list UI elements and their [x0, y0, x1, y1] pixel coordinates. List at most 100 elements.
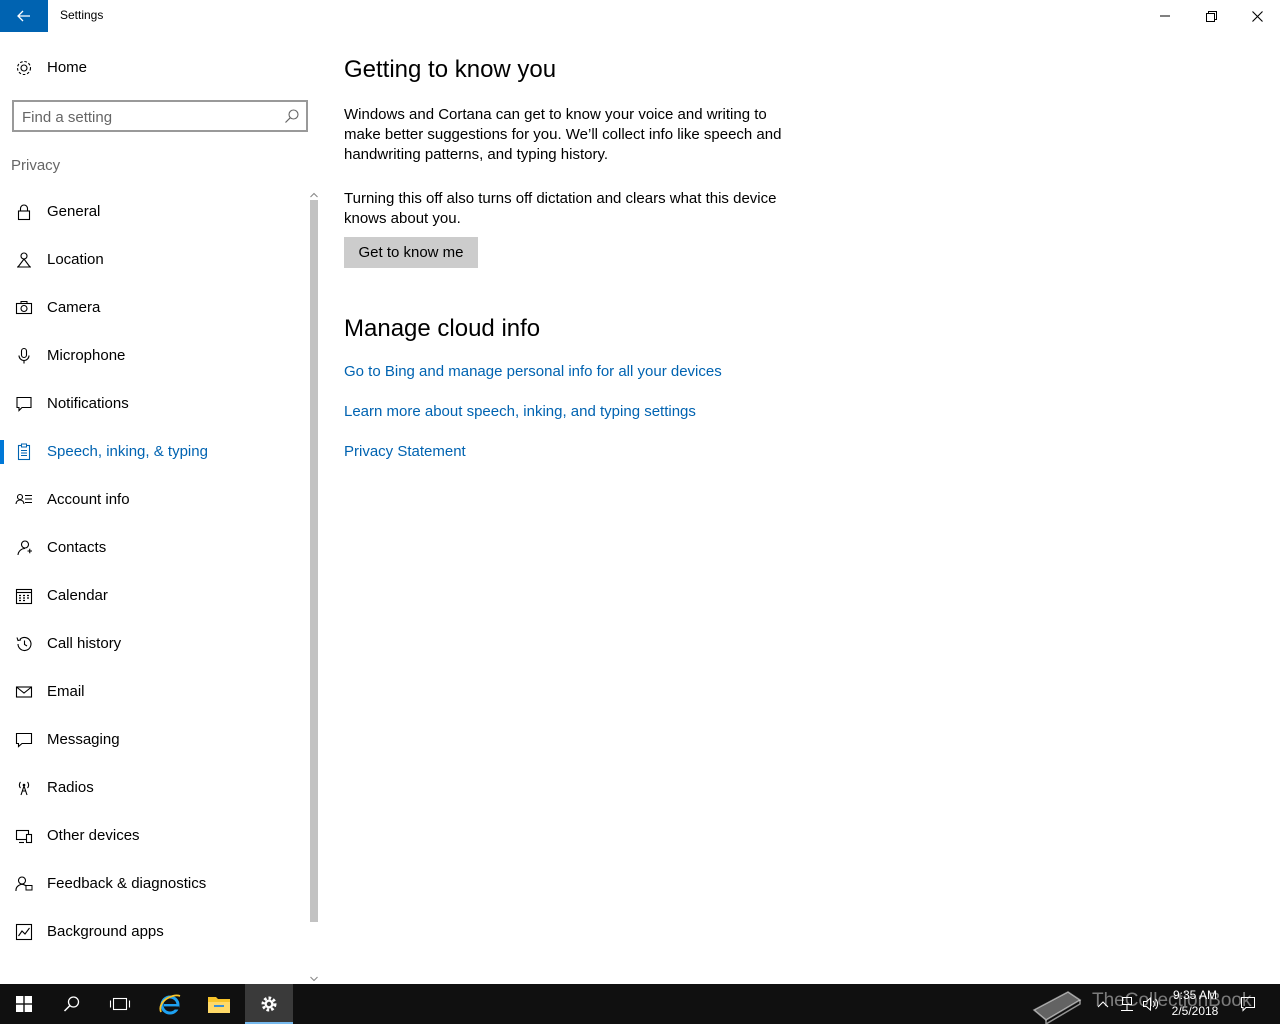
sidebar-item-email[interactable]: Email — [0, 668, 306, 716]
action-center-button[interactable] — [1234, 984, 1262, 1024]
taskbar: TheCollectionBook 9:35 AM 2/5/2018 — [0, 984, 1280, 1024]
back-button[interactable] — [0, 0, 48, 32]
email-icon — [14, 682, 34, 702]
close-button[interactable] — [1234, 0, 1280, 32]
clock-time: 9:35 AM — [1172, 988, 1218, 1002]
sidebar-item-camera[interactable]: Camera — [0, 284, 306, 332]
task-view-button[interactable] — [96, 984, 144, 1024]
start-button[interactable] — [0, 984, 48, 1024]
background-apps-icon — [14, 922, 34, 942]
camera-icon — [14, 298, 34, 318]
volume-tray-button[interactable] — [1140, 984, 1162, 1024]
radio-tower-icon — [14, 778, 34, 798]
sidebar-item-label: Account info — [47, 491, 130, 508]
sidebar-item-label: Other devices — [47, 827, 140, 844]
other-devices-icon — [14, 826, 34, 846]
notifications-icon — [14, 394, 34, 414]
sidebar-item-contacts[interactable]: Contacts — [0, 524, 306, 572]
minimize-button[interactable] — [1142, 0, 1188, 32]
sidebar-item-microphone[interactable]: Microphone — [0, 332, 306, 380]
search-input[interactable] — [22, 107, 272, 127]
bing-personal-info-link[interactable]: Go to Bing and manage personal info for … — [344, 363, 722, 380]
sidebar-item-label: General — [47, 203, 101, 220]
speaker-icon — [1143, 996, 1159, 1012]
gear-icon — [261, 996, 277, 1012]
close-icon — [1251, 10, 1263, 22]
chevron-up-icon — [1097, 1001, 1109, 1008]
settings-taskbar-button[interactable] — [245, 984, 293, 1024]
sidebar-item-label: Feedback & diagnostics — [47, 875, 207, 892]
sidebar-item-label: Microphone — [47, 347, 126, 364]
network-tray-button[interactable] — [1116, 984, 1138, 1024]
sidebar-item-calendar[interactable]: Calendar — [0, 572, 306, 620]
folder-icon — [208, 997, 230, 1013]
sidebar-item-feedback-diagnostics[interactable]: Feedback & diagnostics — [0, 860, 306, 908]
microphone-icon — [14, 346, 34, 366]
description-paragraph: Windows and Cortana can get to know your… — [344, 106, 782, 163]
sidebar-item-location[interactable]: Location — [0, 236, 306, 284]
search-box — [12, 100, 308, 132]
show-hidden-icons-button[interactable] — [1094, 984, 1112, 1024]
sidebar-item-label: Camera — [47, 299, 101, 316]
sidebar-item-label: Radios — [47, 779, 94, 796]
sidebar-item-radios[interactable]: Radios — [0, 764, 306, 812]
scroll-thumb[interactable] — [310, 200, 318, 922]
home-nav-item[interactable]: Home — [0, 52, 320, 84]
sidebar-item-label: Contacts — [47, 539, 107, 556]
sidebar-item-label: Speech, inking, & typing — [47, 443, 208, 460]
task-view-icon — [109, 997, 131, 1011]
windows-logo-icon — [16, 996, 32, 1012]
account-info-icon — [14, 490, 34, 510]
lock-icon — [14, 202, 34, 222]
internet-explorer-button[interactable] — [146, 984, 194, 1024]
sidebar-scrollbar[interactable] — [308, 188, 320, 984]
sidebar-item-label: Messaging — [47, 731, 120, 748]
minimize-icon — [1160, 15, 1170, 17]
sidebar-item-general[interactable]: General — [0, 188, 306, 236]
section-title-getting-to-know-you: Getting to know you — [344, 56, 557, 83]
search-icon — [63, 996, 80, 1012]
home-label: Home — [47, 59, 88, 76]
clipboard-icon — [14, 442, 34, 462]
sidebar-item-speech-inking-typing[interactable]: Speech, inking, & typing — [0, 428, 306, 476]
restore-button[interactable] — [1188, 0, 1234, 32]
taskbar-search-button[interactable] — [48, 984, 96, 1024]
privacy-statement-link[interactable]: Privacy Statement — [344, 443, 466, 460]
action-center-icon — [1241, 997, 1255, 1012]
network-icon — [1121, 997, 1133, 1011]
scroll-up-arrow-icon[interactable] — [308, 188, 320, 200]
calendar-icon — [14, 586, 34, 606]
sidebar-item-label: Calendar — [47, 587, 108, 604]
file-explorer-button[interactable] — [195, 984, 243, 1024]
feedback-icon — [14, 874, 34, 894]
get-to-know-me-button[interactable]: Get to know me — [344, 237, 478, 268]
sidebar-item-label: Background apps — [47, 923, 164, 940]
scroll-down-arrow-icon[interactable] — [308, 972, 320, 984]
location-icon — [14, 250, 34, 270]
sidebar: Home Privacy General Location Camera Mic… — [0, 32, 320, 984]
sidebar-item-other-devices[interactable]: Other devices — [0, 812, 306, 860]
sidebar-item-background-apps[interactable]: Background apps — [0, 908, 306, 956]
sidebar-item-notifications[interactable]: Notifications — [0, 380, 306, 428]
privacy-nav-list: General Location Camera Microphone Notif… — [0, 188, 306, 978]
clock-date: 2/5/2018 — [1171, 1004, 1219, 1018]
learn-more-link[interactable]: Learn more about speech, inking, and typ… — [344, 403, 696, 420]
internet-explorer-icon — [159, 994, 181, 1015]
warning-paragraph: Turning this off also turns off dictatio… — [344, 190, 777, 227]
window-title: Settings — [60, 8, 104, 22]
section-title-manage-cloud-info: Manage cloud info — [344, 315, 541, 342]
restore-icon — [1205, 10, 1217, 22]
main-content: Getting to know you Windows and Cortana … — [344, 32, 1244, 972]
sidebar-item-call-history[interactable]: Call history — [0, 620, 306, 668]
gear-icon — [14, 58, 34, 78]
book-logo-icon — [1032, 991, 1082, 1024]
history-icon — [14, 634, 34, 654]
sidebar-item-label: Location — [47, 251, 104, 268]
sidebar-item-label: Email — [47, 683, 85, 700]
sidebar-item-account-info[interactable]: Account info — [0, 476, 306, 524]
taskbar-clock[interactable]: 9:35 AM 2/5/2018 — [1164, 987, 1226, 1019]
contacts-icon — [14, 538, 34, 558]
sidebar-item-label: Notifications — [47, 395, 129, 412]
sidebar-item-messaging[interactable]: Messaging — [0, 716, 306, 764]
search-icon[interactable] — [284, 108, 300, 124]
